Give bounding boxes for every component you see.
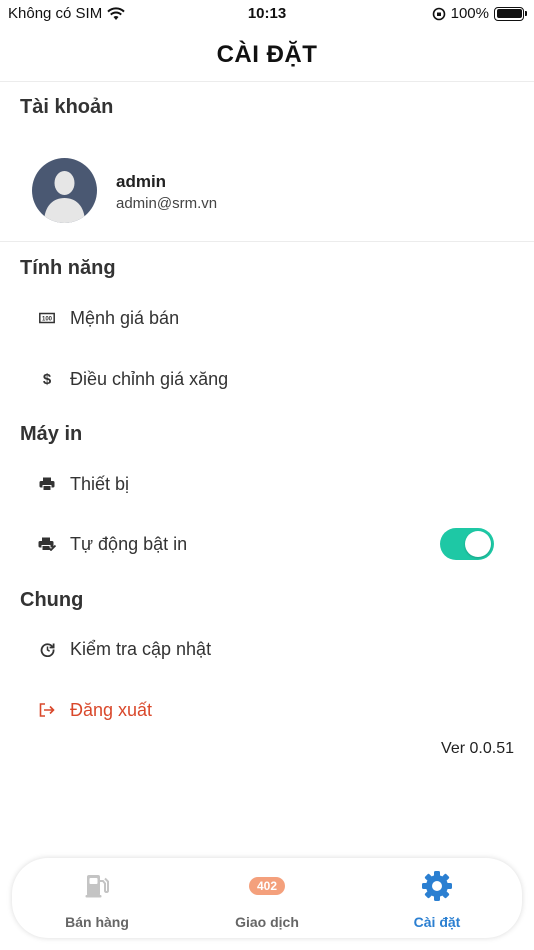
menu-item-devices[interactable]: Thiết bị bbox=[0, 460, 534, 508]
denomination-icon: 100 bbox=[38, 309, 56, 327]
toggle-knob bbox=[465, 531, 491, 557]
menu-item-logout[interactable]: Đăng xuất bbox=[0, 686, 534, 734]
tab-label-settings: Cài đặt bbox=[413, 914, 461, 930]
transactions-badge: 402 bbox=[248, 877, 286, 895]
tab-transactions[interactable]: 402 Giao dịch bbox=[182, 858, 352, 938]
menu-label-auto-print: Tự động bật in bbox=[70, 533, 188, 554]
tab-sales[interactable]: Bán hàng bbox=[12, 858, 182, 938]
printer-icon bbox=[38, 475, 56, 493]
fuel-pump-icon bbox=[85, 875, 109, 898]
tab-label-transactions: Giao dịch bbox=[235, 914, 299, 930]
printer-auto-icon bbox=[38, 535, 56, 553]
battery-percent: 100% bbox=[450, 5, 489, 22]
section-title-account: Tài khoản bbox=[20, 96, 114, 118]
svg-text:100: 100 bbox=[42, 317, 53, 323]
menu-label-fuel-price: Điều chỉnh giá xăng bbox=[70, 368, 229, 389]
section-title-printer: Máy in bbox=[20, 423, 83, 445]
bottom-tab-bar: Bán hàng 402 Giao dịch Cài đặt bbox=[12, 858, 522, 938]
menu-label-devices: Thiết bị bbox=[70, 473, 130, 494]
page-header: CÀI ĐẶT bbox=[0, 28, 534, 82]
menu-item-fuel-price[interactable]: $ Điều chỉnh giá xăng bbox=[0, 355, 534, 403]
auto-print-toggle[interactable] bbox=[440, 528, 494, 560]
rotation-lock-icon bbox=[432, 7, 445, 20]
logout-icon bbox=[38, 701, 56, 719]
section-title-features: Tính năng bbox=[20, 257, 116, 279]
status-bar: Không có SIM 10:13 100% bbox=[0, 0, 534, 28]
app-version: Ver 0.0.51 bbox=[441, 740, 514, 757]
section-title-general: Chung bbox=[20, 589, 84, 611]
menu-item-check-update[interactable]: Kiểm tra cập nhật bbox=[0, 625, 534, 673]
page-title: CÀI ĐẶT bbox=[216, 41, 318, 68]
account-username: admin bbox=[116, 172, 167, 191]
account-card[interactable]: admin admin@srm.vn bbox=[0, 140, 534, 242]
menu-label-denomination: Mệnh giá bán bbox=[70, 307, 180, 328]
avatar bbox=[32, 158, 97, 223]
tab-settings[interactable]: Cài đặt bbox=[352, 858, 522, 938]
update-icon bbox=[38, 640, 56, 658]
tab-label-sales: Bán hàng bbox=[65, 914, 129, 930]
user-placeholder-icon bbox=[44, 171, 85, 223]
menu-label-check-update: Kiểm tra cập nhật bbox=[70, 638, 212, 659]
menu-label-logout: Đăng xuất bbox=[70, 699, 153, 720]
dollar-icon: $ bbox=[42, 370, 52, 388]
menu-item-denomination[interactable]: 100 Mệnh giá bán bbox=[0, 294, 534, 342]
account-email: admin@srm.vn bbox=[116, 195, 218, 212]
battery-icon bbox=[494, 6, 527, 21]
battery-indicator: 100% bbox=[432, 5, 527, 22]
gear-icon bbox=[422, 871, 452, 901]
menu-item-auto-print[interactable]: Tự động bật in bbox=[0, 520, 534, 568]
